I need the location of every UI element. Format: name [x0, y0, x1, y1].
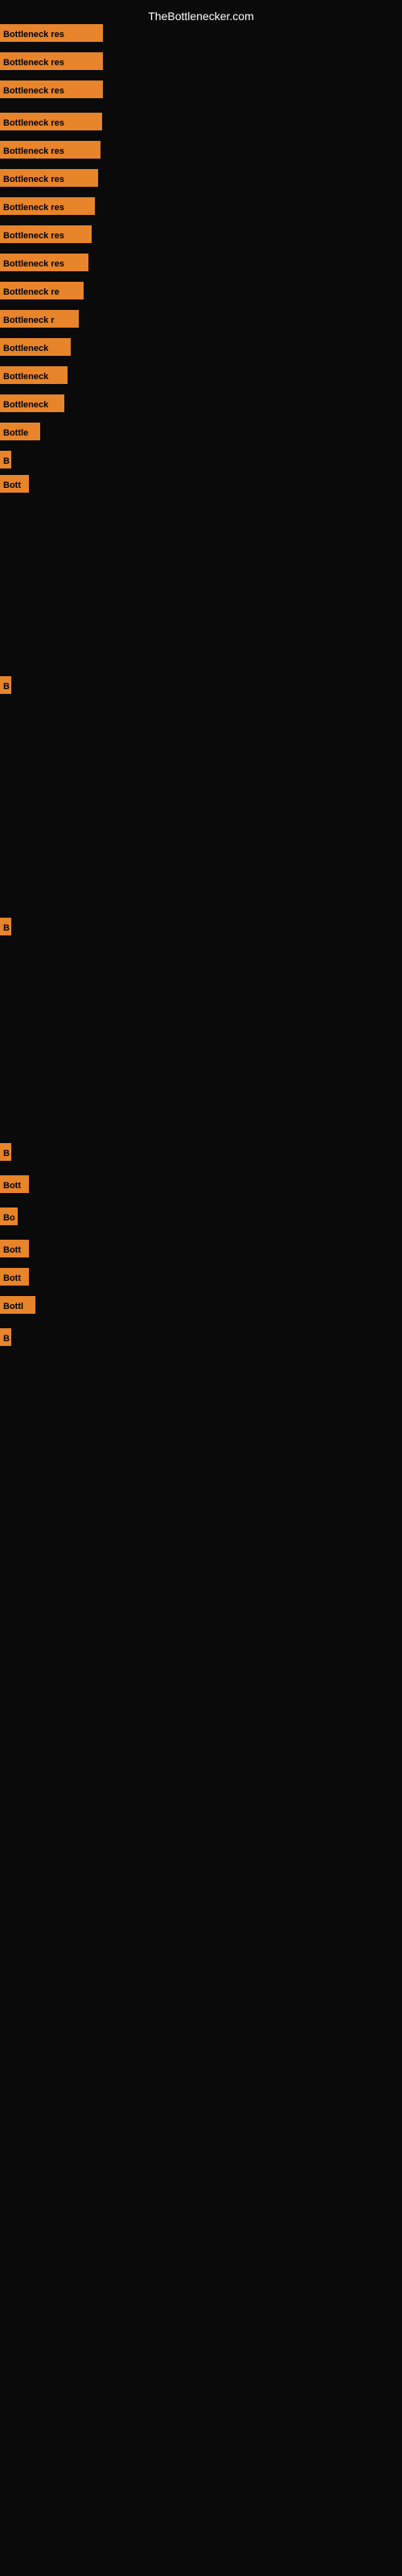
bottleneck-item[interactable]: Bottleneck res — [0, 254, 88, 271]
bottleneck-item[interactable]: Bottleneck — [0, 394, 64, 412]
bottleneck-item[interactable]: Bottl — [0, 1296, 35, 1314]
bottleneck-item[interactable]: B — [0, 451, 11, 469]
bottleneck-item[interactable]: Bottleneck res — [0, 113, 102, 130]
bottleneck-item[interactable]: Bottleneck res — [0, 169, 98, 187]
bottleneck-item[interactable]: Bottleneck res — [0, 197, 95, 215]
bottleneck-item[interactable]: Bott — [0, 475, 29, 493]
bottleneck-item[interactable]: Bottle — [0, 423, 40, 440]
bottleneck-item[interactable]: Bottleneck — [0, 366, 68, 384]
bottleneck-item[interactable]: B — [0, 918, 11, 935]
bottleneck-item[interactable]: Bo — [0, 1208, 18, 1225]
bottleneck-item[interactable]: B — [0, 676, 11, 694]
bottleneck-item[interactable]: Bott — [0, 1268, 29, 1286]
bottleneck-item[interactable]: Bott — [0, 1240, 29, 1257]
bottleneck-item[interactable]: Bottleneck re — [0, 282, 84, 299]
bottleneck-item[interactable]: Bottleneck res — [0, 225, 92, 243]
bottleneck-item[interactable]: Bottleneck res — [0, 24, 103, 42]
bottleneck-item[interactable]: Bottleneck r — [0, 310, 79, 328]
bottleneck-item[interactable]: Bottleneck res — [0, 141, 100, 159]
bottleneck-item[interactable]: Bottleneck res — [0, 52, 103, 70]
bottleneck-item[interactable]: B — [0, 1143, 11, 1161]
bottleneck-item[interactable]: B — [0, 1328, 11, 1346]
bottleneck-item[interactable]: Bottleneck — [0, 338, 71, 356]
bottleneck-item[interactable]: Bottleneck res — [0, 80, 103, 98]
bottleneck-item[interactable]: Bott — [0, 1175, 29, 1193]
